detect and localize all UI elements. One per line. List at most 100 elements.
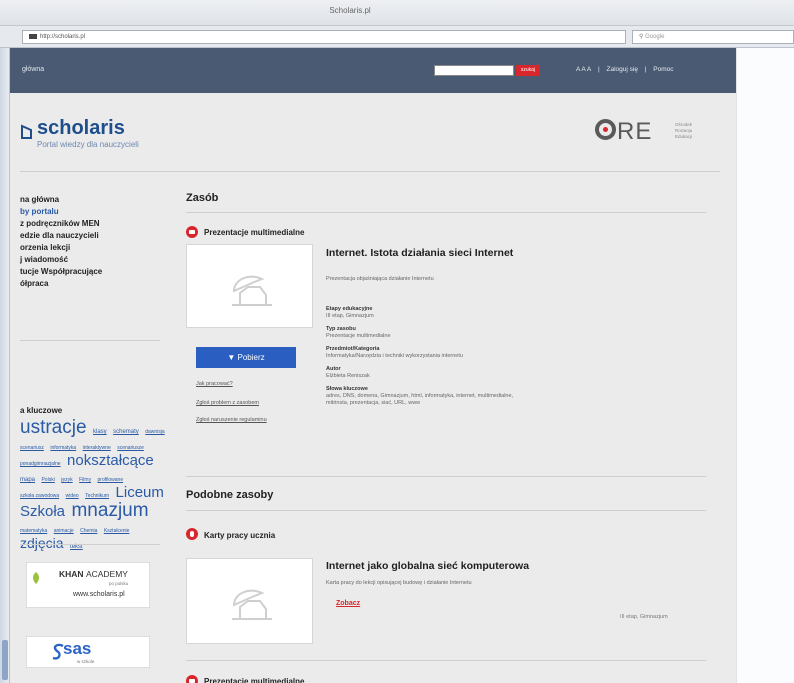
keyword-tag[interactable]: informatyka [50, 446, 76, 451]
sidebar-divider [20, 340, 160, 341]
meta-label: Autor [326, 366, 341, 372]
sidebar-item-partners[interactable]: tucje Współpracujące [20, 266, 170, 278]
sidebar-item-teacher-tools[interactable]: edzie dla nauczycieli [20, 230, 170, 242]
keyword-tag[interactable]: szkoła zawodowa [20, 494, 59, 499]
sidebar-menu: na główna by portalu z podręczników MEN … [20, 194, 170, 290]
keyword-tag[interactable]: scenariusze [117, 446, 144, 451]
report-violation-link[interactable]: Zgłoś naruszenie regulaminu [196, 417, 267, 423]
presentation-icon [186, 226, 198, 238]
scholaris-logo-icon [21, 124, 32, 139]
meta-value: adres, DNS, domena, Gimnazjum, html, inf… [326, 393, 514, 399]
resource-divider [186, 212, 706, 213]
keyword-tag[interactable]: klasy [93, 429, 107, 435]
resource-metadata: Etapy edukacyjne III etap, Gimnazjum Typ z… [326, 306, 706, 413]
nav-separator-2: | [644, 66, 647, 73]
keyword-tag[interactable]: mapa [20, 477, 35, 483]
keyword-tag[interactable]: ponadgimnazjalne [20, 462, 61, 467]
logo-subtitle: Portal wiedzy dla nauczycieli [37, 140, 139, 149]
meta-label: Słowa kluczowe [326, 386, 368, 392]
browser-search-placeholder: Google [645, 34, 665, 40]
similar-title[interactable]: Internet jako globalna sieć komputerowa [326, 560, 529, 572]
khan-subtitle: po polsku [109, 581, 129, 586]
top-nav: główna szukaj A A A | Zaloguj się | Pomo… [10, 48, 736, 93]
url-input[interactable]: http://scholaris.pl [22, 30, 626, 44]
download-button[interactable]: ▼ Pobierz [196, 347, 296, 368]
ore-circle-icon [595, 119, 616, 140]
site-search-input[interactable] [434, 65, 514, 76]
keyword-tag[interactable]: język [61, 478, 72, 483]
keyword-tag[interactable]: matematyka [20, 529, 47, 534]
keyword-tag[interactable]: scenariusz [20, 446, 44, 451]
khan-leaf-icon [33, 572, 39, 584]
nav-home-link[interactable]: główna [22, 66, 44, 73]
meta-value: III etap, Gimnazjum [326, 313, 374, 319]
keyword-tag[interactable]: animacje [54, 529, 74, 534]
browser-titlebar: Scholaris.pl [0, 0, 794, 26]
keyword-tag[interactable]: Chemia [80, 529, 97, 534]
keyword-tag[interactable]: wideo [66, 494, 79, 499]
meta-value: Elżbieta Reniszak [326, 373, 370, 379]
keyword-tag[interactable]: mnazjum [71, 501, 148, 520]
keyword-tag[interactable]: Liceum [116, 485, 164, 500]
sidebar-item-send-message[interactable]: j wiadomość [20, 254, 170, 266]
worksheet-icon [186, 528, 198, 540]
resource-type: Prezentacje multimedialne [204, 228, 305, 237]
keyword-tag[interactable]: Szkoła [20, 504, 65, 519]
khan-academy-banner[interactable]: KHAN ACADEMY po polsku www.scholaris.pl [26, 562, 150, 608]
keyword-tag[interactable]: schematy [113, 429, 139, 435]
sidebar-item-men-textbooks[interactable]: z podręczników MEN [20, 218, 170, 230]
ore-logo-text: RE [595, 118, 652, 146]
keyword-tag[interactable]: Filmy [79, 478, 91, 483]
sidebar-item-home[interactable]: na główna [20, 194, 170, 206]
browser-toolbar: http://scholaris.pl ⚲ Google [0, 26, 794, 48]
report-problem-link[interactable]: Zgłoś problem z zasobem [196, 400, 259, 406]
sidebar-item-portal-resources[interactable]: by portalu [20, 206, 170, 218]
placeholder-image-icon [232, 275, 272, 306]
similar-stage: III etap, Gimnazjum [620, 614, 668, 620]
web-page: główna szukaj A A A | Zaloguj się | Pomo… [10, 48, 736, 683]
resource-title: Internet. Istota działania sieci Interne… [326, 247, 514, 259]
meta-label: Przedmiot/Kategoria [326, 346, 380, 352]
resource-thumbnail[interactable] [186, 244, 313, 328]
help-link[interactable]: Pomoc [653, 66, 673, 73]
login-link[interactable]: Zaloguj się [607, 66, 638, 73]
sas-banner[interactable]: sas w szkole [26, 636, 150, 668]
keyword-tag[interactable]: dawnisja [145, 430, 164, 435]
next-type: Prezentacje multimedialne [204, 677, 305, 683]
sidebar-item-lesson-creator[interactable]: orzenia lekcji [20, 242, 170, 254]
meta-value: Prezentacje multimedialne [326, 333, 391, 339]
placeholder-image-icon [232, 589, 272, 620]
keyword-tag[interactable]: ustracje [20, 418, 87, 437]
similar-thumbnail[interactable] [186, 558, 313, 644]
meta-label: Etapy edukacyjne [326, 306, 373, 312]
similar-bottom-divider [186, 660, 706, 661]
resource-description: Prezentacja objaśniająca działanie Inter… [326, 276, 434, 282]
khan-title-1: KHAN [59, 569, 84, 579]
keyword-tag[interactable]: profilowane [98, 478, 124, 483]
keyword-tag[interactable]: zdjęcia [20, 536, 64, 550]
browser-search-input[interactable]: ⚲ Google [632, 30, 794, 44]
similar-section-title: Podobne zasoby [186, 489, 274, 501]
sas-subtitle: w szkole [77, 659, 95, 664]
sidebar-item-cooperation[interactable]: ółpraca [20, 278, 170, 290]
font-size-toggle[interactable]: A A A [576, 66, 591, 73]
keyword-tag[interactable]: nokształcące [67, 453, 154, 468]
keyword-tag[interactable]: Technikum [85, 494, 109, 499]
keyword-tag[interactable]: Polski [41, 478, 54, 483]
ore-tagline: Ośrodek Rozwoju Edukacji [675, 122, 692, 140]
screenshot-root: Scholaris.pl http://scholaris.pl ⚲ Googl… [0, 0, 794, 683]
keyword-tag[interactable]: Kształcenie [104, 529, 130, 534]
resource-section-title: Zasób [186, 192, 219, 204]
keyword-tag[interactable]: interaktywne [83, 446, 111, 451]
nav-separator: | [598, 66, 600, 73]
see-link[interactable]: Zobacz [336, 600, 360, 607]
site-search-button[interactable]: szukaj [516, 65, 540, 76]
how-to-work-link[interactable]: Jak pracować? [196, 381, 233, 387]
resource-bottom-divider [186, 476, 706, 477]
khan-title: KHAN ACADEMY [59, 569, 128, 579]
gutter-handle-bottom[interactable] [2, 640, 8, 680]
logo-name: scholaris [37, 117, 125, 139]
ore-logo[interactable]: RE Ośrodek Rozwoju Edukacji [595, 118, 715, 158]
sidebar-divider-2 [20, 544, 160, 545]
meta-value: mitrinsta, prezentacja, siać, URL, www [326, 400, 421, 406]
